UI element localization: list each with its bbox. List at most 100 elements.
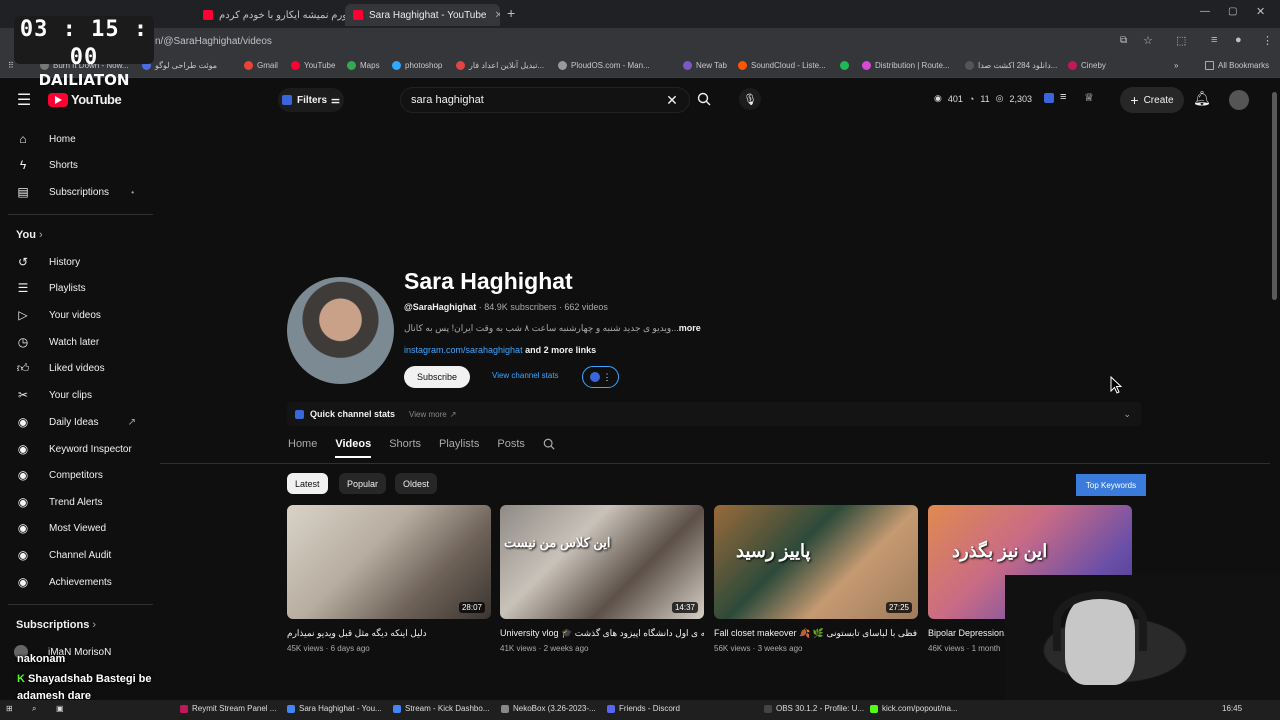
trophy-icon[interactable]: ♕: [1084, 91, 1094, 104]
video-thumbnail[interactable]: 28:07: [287, 505, 491, 619]
video-card[interactable]: پاییز رسید 27:25 Fall closet makeover 🍂 …: [714, 505, 918, 653]
microphone-icon[interactable]: 🎙: [739, 88, 761, 110]
sidebar-item-shorts[interactable]: ϟ Shorts: [14, 153, 150, 177]
tab-posts[interactable]: Posts: [497, 438, 525, 458]
extensions-icon[interactable]: ⬚: [1176, 34, 1186, 47]
you-header[interactable]: You ›: [16, 229, 43, 241]
queue-icon[interactable]: ≡: [1211, 34, 1217, 46]
bookmark-item[interactable]: YouTube: [291, 61, 335, 70]
sidebar-item-subscriptions[interactable]: ▤ Subscriptions •: [14, 180, 150, 204]
top-keywords-button[interactable]: Top Keywords: [1076, 474, 1146, 496]
sidebar-item-competitors[interactable]: ◉ Competitors: [14, 463, 150, 487]
bookmark-item[interactable]: Gmail: [244, 61, 278, 70]
search-icon[interactable]: [694, 89, 714, 109]
search-input[interactable]: sara haghighat: [400, 87, 690, 113]
sidebar-item-playlists[interactable]: ☰ Playlists: [14, 276, 150, 300]
sidebar-item-liked-videos[interactable]: 👍︎ Liked videos: [14, 356, 150, 380]
video-thumbnail[interactable]: این کلاس من نیست 14:37: [500, 505, 704, 619]
taskbar-item[interactable]: Sara Haghighat - You...: [287, 704, 382, 713]
close-tab-icon[interactable]: ✕: [487, 10, 501, 21]
task-view-icon[interactable]: ▣: [56, 704, 64, 713]
chip-latest[interactable]: Latest: [287, 473, 328, 494]
install-icon[interactable]: ⧉: [1120, 35, 1127, 46]
tab-playlists[interactable]: Playlists: [439, 438, 479, 458]
browser-tab[interactable]: باورم نمیشه ایکارو با خودم کردم ✕: [195, 4, 345, 26]
bookmark-item[interactable]: دانلود 284 اکشت صدا...: [965, 61, 1057, 70]
sidebar-item-home[interactable]: ⌂ Home: [14, 127, 150, 151]
chevron-down-icon[interactable]: ⌄: [1123, 409, 1131, 420]
chip-popular[interactable]: Popular: [339, 473, 387, 494]
more-links[interactable]: and 2 more links: [523, 345, 596, 355]
clear-search-icon[interactable]: ✕: [663, 91, 681, 109]
instagram-link[interactable]: instagram.com/sarahaghighat: [404, 345, 523, 355]
youtube-logo[interactable]: YouTube: [48, 92, 122, 107]
sidebar-item-watch-later[interactable]: ◷ Watch later: [14, 330, 150, 354]
tab-shorts[interactable]: Shorts: [389, 438, 421, 458]
windows-start-icon[interactable]: ⊞: [6, 704, 13, 713]
bookmark-item[interactable]: New Tab: [683, 61, 727, 70]
sidebar-item-history[interactable]: ↺ History: [14, 250, 150, 274]
video-card[interactable]: 28:07 دلیل اینکه دیگه مثل قبل ویدیو نمیذ…: [287, 505, 491, 653]
notifications-bell-icon[interactable]: 🔔︎: [1193, 90, 1211, 107]
bookmark-item[interactable]: تبدیل آنلاین اعداد فار...: [456, 61, 544, 70]
bookmark-item[interactable]: SoundCloud - Liste...: [738, 61, 826, 70]
bookmark-item[interactable]: [840, 61, 853, 70]
vidiq-icon[interactable]: [1044, 93, 1054, 103]
channel-avatar[interactable]: [287, 277, 394, 384]
view-more-link[interactable]: View more: [409, 410, 447, 419]
search-icon[interactable]: [543, 438, 555, 458]
video-title[interactable]: دلیل اینکه دیگه مثل قبل ویدیو نمیذارم: [287, 627, 491, 640]
hamburger-menu-icon[interactable]: ☰: [14, 90, 34, 110]
quick-channel-stats-bar[interactable]: Quick channel stats View more ↗ ⌄: [287, 402, 1141, 426]
sidebar-item-achievements[interactable]: ◉ Achievements: [14, 570, 150, 594]
video-thumbnail[interactable]: پاییز رسید 27:25: [714, 505, 918, 619]
sidebar-item-trend-alerts[interactable]: ◉ Trend Alerts: [14, 490, 150, 514]
bookmark-star-icon[interactable]: ☆: [1143, 34, 1153, 47]
taskbar-item[interactable]: NekoBox (3.26-2023-...: [501, 704, 596, 713]
profile-icon[interactable]: ●: [1235, 34, 1242, 46]
filters-button[interactable]: Filters ⚌: [278, 88, 344, 112]
channel-description[interactable]: ویدیو ی جدید شنبه و چهارشنبه ساعت ۸ شب ب…: [404, 323, 701, 334]
page-scrollbar[interactable]: [1272, 92, 1277, 300]
taskbar-item[interactable]: Stream - Kick Dashbo...: [393, 704, 489, 713]
browser-tab-active[interactable]: Sara Haghighat - YouTube ✕: [345, 4, 500, 26]
taskbar-item[interactable]: kick.com/popout/na...: [870, 704, 958, 713]
taskbar-item[interactable]: OBS 30.1.2 - Profile: U...: [764, 704, 864, 713]
sidebar-item-your-videos[interactable]: ▷ Your videos: [14, 303, 150, 327]
close-window-icon[interactable]: ✕: [1256, 5, 1265, 18]
tab-videos[interactable]: Videos: [335, 438, 372, 458]
sidebar-item-channel-audit[interactable]: ◉ Channel Audit: [14, 543, 150, 567]
maximize-icon[interactable]: ▢: [1228, 6, 1237, 17]
video-card[interactable]: این کلاس من نیست 14:37 University vlog 🎓…: [500, 505, 704, 653]
menu-kebab-icon[interactable]: ⋮: [1262, 34, 1273, 47]
subscribe-button[interactable]: Subscribe: [404, 366, 470, 388]
system-clock[interactable]: 16:45: [1222, 704, 1242, 713]
chevron-right-icon[interactable]: »: [1174, 61, 1178, 70]
view-channel-stats-link[interactable]: View channel stats: [492, 371, 559, 380]
sidebar-item-your-clips[interactable]: ✂ Your clips: [14, 383, 150, 407]
list-icon[interactable]: ≡: [1060, 91, 1066, 103]
search-icon[interactable]: ⌕: [32, 704, 36, 714]
account-avatar[interactable]: [1229, 90, 1249, 110]
url-field[interactable]: n/@SaraHaghighat/videos: [155, 36, 272, 47]
video-title[interactable]: University vlog 🎓 هفته ی اول دانشگاه اپی…: [500, 627, 704, 640]
minimize-icon[interactable]: —: [1200, 6, 1210, 17]
video-title[interactable]: Fall closet makeover 🍂 🌿 خداحافظی با لبا…: [714, 627, 918, 640]
bookmark-item[interactable]: Maps: [347, 61, 380, 70]
bookmark-item[interactable]: Distribution | Route...: [862, 61, 950, 70]
sidebar-item-keyword-inspector[interactable]: ◉ Keyword Inspector: [14, 437, 150, 461]
tab-home[interactable]: Home: [288, 438, 317, 458]
vidiq-menu-button[interactable]: ⋮: [582, 366, 619, 388]
taskbar-item[interactable]: Friends - Discord: [607, 704, 680, 713]
chip-oldest[interactable]: Oldest: [395, 473, 438, 494]
sidebar-item-daily-ideas[interactable]: ◉ Daily Ideas ↗: [14, 410, 150, 434]
bookmark-item[interactable]: photoshop: [392, 61, 442, 70]
sidebar-item-most-viewed[interactable]: ◉ Most Viewed: [14, 516, 150, 540]
new-tab-icon[interactable]: +: [507, 5, 515, 21]
taskbar-item[interactable]: Reymit Stream Panel ...: [180, 704, 276, 713]
bookmark-item[interactable]: Cineby: [1068, 61, 1106, 70]
subscriptions-header[interactable]: Subscriptions ›: [16, 619, 96, 631]
create-button[interactable]: + Create: [1120, 87, 1184, 113]
all-bookmarks[interactable]: All Bookmarks: [1205, 61, 1269, 70]
vidiq-stats[interactable]: ◉ 401 ◔ 11 ◎ 2,303: [934, 93, 1032, 104]
